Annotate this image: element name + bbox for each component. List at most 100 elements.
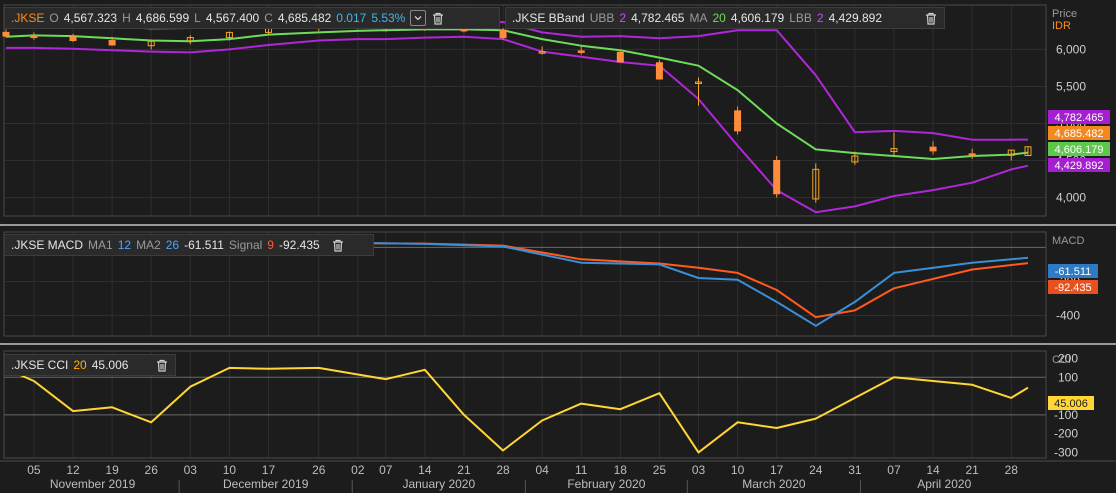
ma1-label: MA1	[88, 238, 113, 252]
cci-period: 20	[73, 358, 87, 372]
close-value: 4,685.482	[277, 11, 332, 25]
ubb-label: UBB	[589, 11, 615, 25]
x-tick-label: 25	[653, 463, 667, 477]
ma2-label: MA2	[136, 238, 161, 252]
x-tick-label: 03	[184, 463, 198, 477]
ma-label: MA	[689, 11, 708, 25]
x-tick-label: 02	[351, 463, 365, 477]
chart-window: 05 12 19 26 03 10 17 26 02 07 14 21 28 04 11 18 25 03 10 17…	[0, 0, 1116, 493]
x-tick-label: 14	[418, 463, 432, 477]
trash-icon[interactable]	[924, 11, 938, 25]
ma-value: 4,606.179	[730, 11, 785, 25]
price-tick-label: 6,000	[1056, 42, 1086, 56]
cci-tick-label: -200	[1054, 427, 1078, 441]
trash-icon[interactable]	[431, 11, 445, 25]
month-label: November 2019	[50, 477, 136, 491]
lbb-label: LBB	[789, 11, 812, 25]
macd-symbol: .JKSE MACD	[11, 238, 84, 252]
trash-icon[interactable]	[331, 238, 345, 252]
x-tick-label: 03	[692, 463, 706, 477]
x-tick-label: 14	[926, 463, 940, 477]
candle-body	[69, 36, 77, 42]
candle-body	[577, 50, 585, 53]
cci-legend[interactable]: .JKSE CCI 20 45.006	[4, 354, 176, 376]
chevron-down-icon[interactable]	[410, 10, 427, 26]
bband-symbol: .JKSE BBand	[512, 11, 585, 25]
x-tick-label: 26	[145, 463, 159, 477]
month-label: January 2020	[402, 477, 475, 491]
month-label: December 2019	[223, 477, 309, 491]
price-value-tag-label: 4,685.482	[1055, 128, 1104, 140]
macd-value-tag-label: -61.511	[1055, 266, 1092, 278]
x-tick-label: 21	[457, 463, 471, 477]
cci-value-tag-label: 45.006	[1054, 398, 1088, 410]
candle-body	[108, 40, 116, 46]
ubb-period: 2	[619, 11, 627, 25]
change-value: 0.017	[336, 11, 367, 25]
bband-legend[interactable]: .JKSE BBand UBB 2 4,782.465 MA 20 4,606.…	[505, 7, 945, 29]
x-tick-label: 11	[575, 463, 588, 477]
x-tick-label: 18	[614, 463, 628, 477]
open-value: 4,567.323	[63, 11, 118, 25]
x-tick-label: 31	[848, 463, 862, 477]
cci-tick-label: 200	[1058, 352, 1078, 366]
candle-body	[773, 159, 781, 195]
x-tick-label: 05	[27, 463, 41, 477]
price-value-tag-label: 4,429.892	[1055, 160, 1104, 172]
macd-value-tag-label: -92.435	[1054, 282, 1091, 294]
candle-body	[30, 35, 38, 39]
candle-body	[2, 31, 10, 37]
lbb-value: 4,429.892	[828, 11, 882, 25]
price-symbol: .JKSE	[11, 11, 45, 25]
change-percent: 5.53%	[371, 11, 406, 25]
trash-icon[interactable]	[155, 358, 169, 372]
signal-period: 9	[267, 238, 274, 252]
x-tick-label: 04	[535, 463, 549, 477]
candle-body	[929, 146, 937, 152]
open-label: O	[49, 11, 59, 25]
close-label: C	[264, 11, 273, 25]
x-tick-label: 24	[809, 463, 823, 477]
price-axis-currency: IDR	[1052, 20, 1071, 32]
low-value: 4,567.400	[205, 11, 260, 25]
candle-body	[499, 29, 507, 39]
x-tick-label: 21	[965, 463, 979, 477]
cci-tick-label: 100	[1058, 370, 1078, 384]
x-tick-label: 07	[887, 463, 901, 477]
macd-tick-label: -400	[1056, 309, 1080, 323]
x-tick-label: 19	[105, 463, 119, 477]
high-value: 4,686.599	[135, 11, 190, 25]
month-label: February 2020	[567, 477, 645, 491]
ubb-value: 4,782.465	[631, 11, 685, 25]
lbb-period: 2	[816, 11, 824, 25]
x-tick-label: 26	[312, 463, 326, 477]
candle-body	[616, 51, 624, 63]
price-legend[interactable]: .JKSE O 4,567.323 H 4,686.599 L 4,567.40…	[4, 7, 500, 29]
signal-label: Signal	[228, 238, 263, 252]
price-axis-title: Price	[1052, 8, 1077, 20]
macd-value: -61.511	[184, 238, 224, 252]
ma-period: 20	[712, 11, 726, 25]
low-label: L	[194, 11, 201, 25]
ma1-period: 12	[117, 238, 132, 252]
macd-legend[interactable]: .JKSE MACD MA1 12 MA2 26 -61.511 Signal …	[4, 234, 374, 256]
cci-value: 45.006	[91, 358, 129, 372]
price-tick-label: 5,500	[1056, 79, 1086, 93]
x-tick-label: 07	[379, 463, 393, 477]
candle-body	[968, 153, 976, 156]
x-tick-label: 12	[66, 463, 80, 477]
x-tick-label: 10	[223, 463, 237, 477]
ma2-period: 26	[165, 238, 180, 252]
candle-body	[655, 62, 663, 80]
price-value-tag-label: 4,782.465	[1055, 112, 1104, 124]
macd-axis-title: MACD	[1052, 235, 1084, 247]
x-tick-label: 17	[262, 463, 276, 477]
price-value-tag-label: 4,606.179	[1055, 144, 1104, 156]
x-tick-label: 17	[770, 463, 784, 477]
cci-tick-label: -300	[1054, 445, 1078, 459]
signal-value: -92.435	[278, 238, 320, 252]
candle-body	[734, 110, 742, 132]
price-tick-label: 4,000	[1056, 190, 1086, 204]
month-label: March 2020	[742, 477, 806, 491]
high-label: H	[122, 11, 131, 25]
